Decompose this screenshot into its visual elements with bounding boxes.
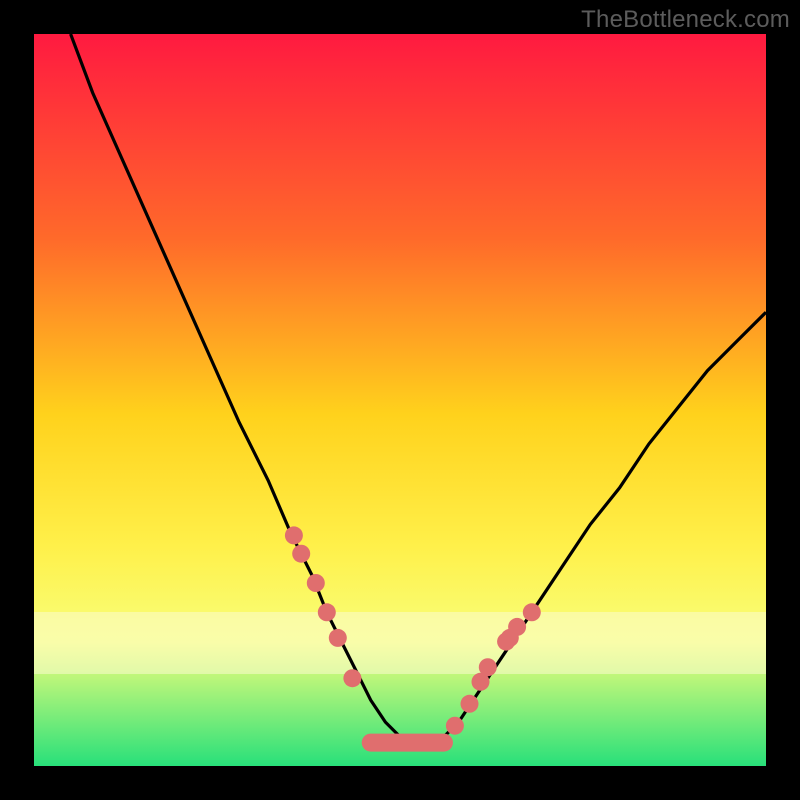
chart-svg — [34, 34, 766, 766]
curve-marker — [523, 603, 541, 621]
curve-marker — [479, 658, 497, 676]
curve-marker — [292, 545, 310, 563]
pale-low-band — [34, 612, 766, 674]
flat-marker-cluster — [362, 734, 453, 752]
curve-marker — [285, 526, 303, 544]
plot-area — [34, 34, 766, 766]
curve-marker — [461, 695, 479, 713]
curve-marker — [307, 574, 325, 592]
curve-marker — [318, 603, 336, 621]
watermark-text: TheBottleneck.com — [581, 6, 790, 34]
curve-marker — [329, 629, 347, 647]
outer-frame: TheBottleneck.com — [0, 0, 800, 800]
curve-marker — [343, 669, 361, 687]
curve-marker — [446, 717, 464, 735]
curve-marker — [508, 618, 526, 636]
